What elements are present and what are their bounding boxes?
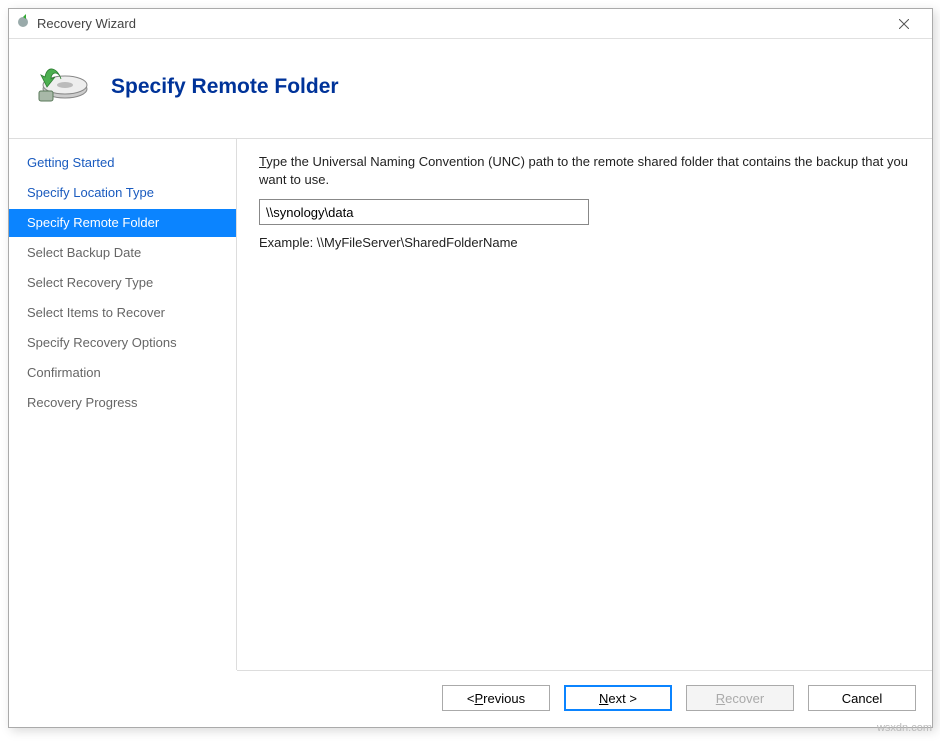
previous-rest: revious — [483, 691, 525, 706]
page-title: Specify Remote Folder — [111, 75, 339, 99]
instructions-text: Type the Universal Naming Convention (UN… — [259, 153, 910, 189]
next-button[interactable]: Next > — [564, 685, 672, 711]
wizard-window: Recovery Wizard Specify Remote Folder Ge… — [8, 8, 933, 728]
titlebar-title: Recovery Wizard — [37, 16, 136, 31]
instructions-body: ype the Universal Naming Convention (UNC… — [259, 154, 908, 187]
sidebar: Getting Started Specify Location Type Sp… — [9, 139, 237, 670]
sidebar-step-select-items-to-recover: Select Items to Recover — [9, 299, 236, 327]
previous-button[interactable]: < Previous — [442, 685, 550, 711]
spacer — [259, 250, 910, 670]
sidebar-step-confirmation: Confirmation — [9, 359, 236, 387]
watermark: wsxdn.com — [877, 722, 932, 734]
titlebar-left: Recovery Wizard — [15, 14, 136, 33]
sidebar-step-specify-remote-folder[interactable]: Specify Remote Folder — [9, 209, 236, 237]
wizard-body: Getting Started Specify Location Type Sp… — [9, 139, 932, 670]
sidebar-step-recovery-progress: Recovery Progress — [9, 389, 236, 417]
close-button[interactable] — [884, 11, 924, 37]
recover-rest: ecover — [725, 691, 764, 706]
sidebar-step-getting-started[interactable]: Getting Started — [9, 149, 236, 177]
example-text: Example: \\MyFileServer\SharedFolderName — [259, 235, 910, 250]
sidebar-step-select-recovery-type: Select Recovery Type — [9, 269, 236, 297]
unc-path-input[interactable] — [259, 199, 589, 225]
sidebar-step-specify-recovery-options: Specify Recovery Options — [9, 329, 236, 357]
recovery-icon — [31, 61, 89, 112]
sidebar-step-specify-location-type[interactable]: Specify Location Type — [9, 179, 236, 207]
next-rest: ext > — [608, 691, 637, 706]
recover-button: Recover — [686, 685, 794, 711]
app-icon — [15, 14, 31, 33]
cancel-button[interactable]: Cancel — [808, 685, 916, 711]
titlebar: Recovery Wizard — [9, 9, 932, 39]
sidebar-step-select-backup-date: Select Backup Date — [9, 239, 236, 267]
next-accesskey: N — [599, 691, 608, 706]
previous-accesskey: P — [475, 691, 484, 706]
main-panel: Type the Universal Naming Convention (UN… — [237, 139, 932, 670]
wizard-footer: < Previous Next > Recover Cancel — [237, 670, 932, 727]
close-icon — [899, 19, 909, 29]
wizard-header: Specify Remote Folder — [9, 39, 932, 139]
previous-prefix: < — [467, 691, 475, 706]
recover-accesskey: R — [716, 691, 725, 706]
